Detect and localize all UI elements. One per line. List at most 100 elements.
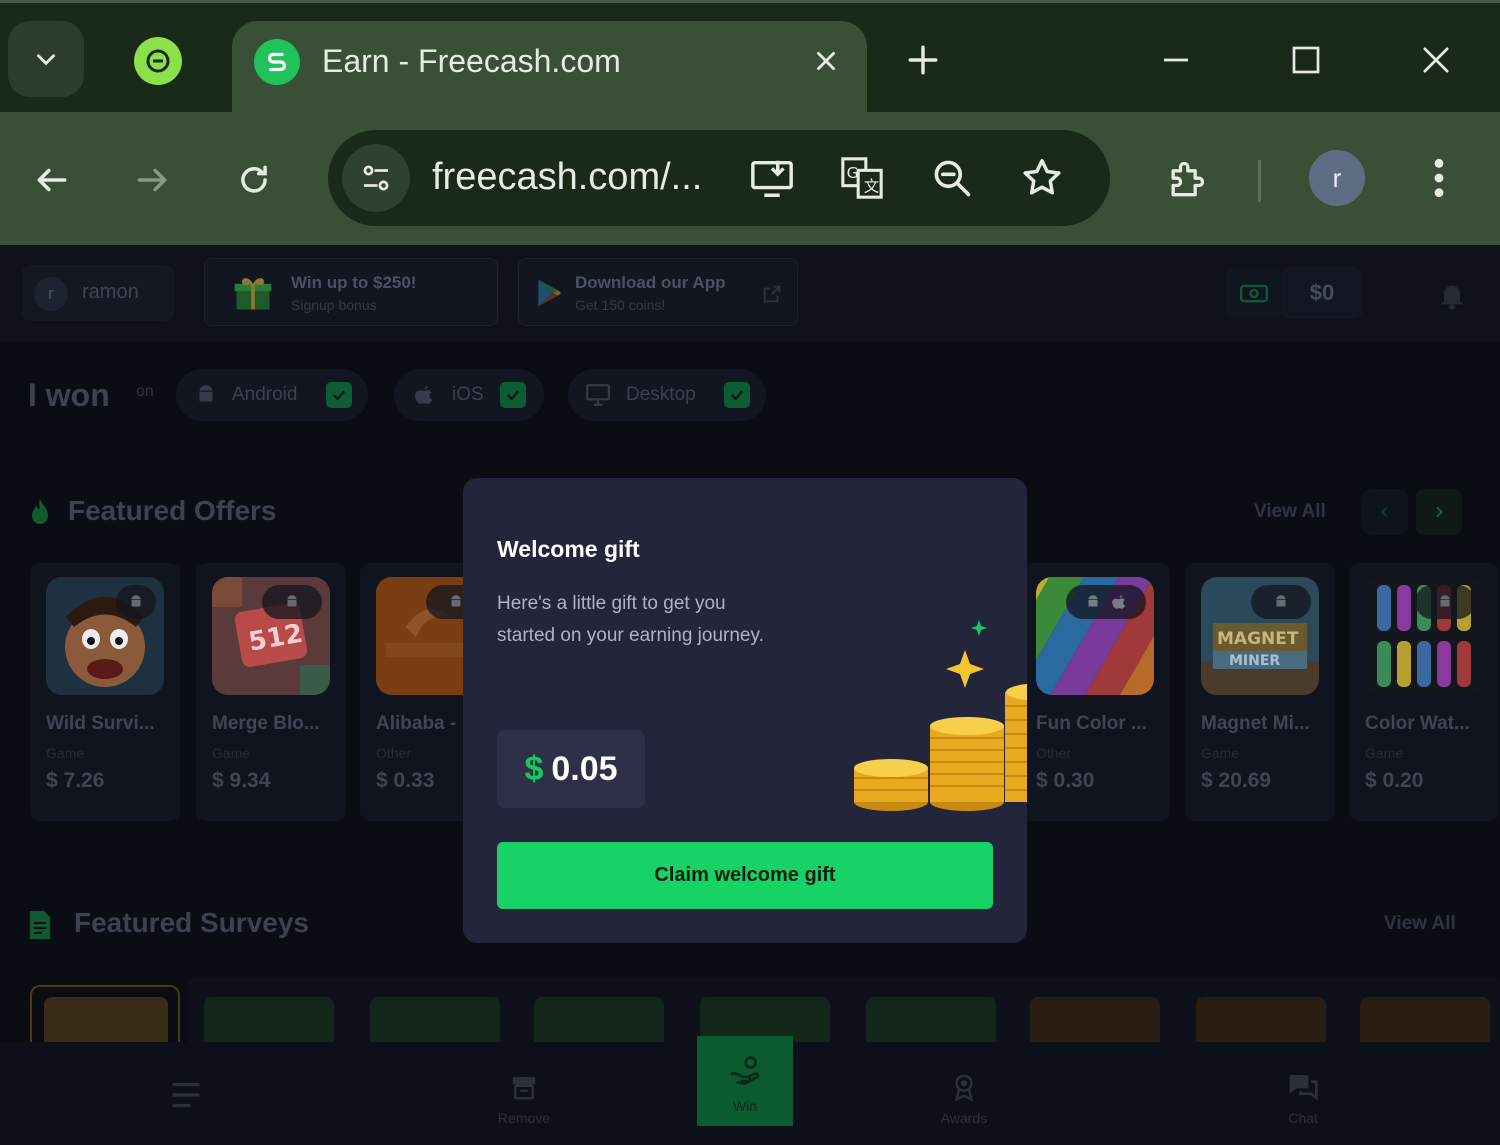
zoom-button[interactable] xyxy=(926,152,978,204)
android-badge xyxy=(1251,585,1311,619)
tune-icon xyxy=(363,165,389,191)
featured-offers-view-all[interactable]: View All xyxy=(1254,501,1326,523)
extensions-button[interactable] xyxy=(1158,152,1214,208)
cash-icon xyxy=(1240,284,1268,303)
bookmark-button[interactable] xyxy=(1016,152,1068,204)
android-icon xyxy=(131,595,141,607)
offer-card[interactable]: Color Wat... Game $ 0.20 xyxy=(1349,563,1499,821)
close-tab-button[interactable] xyxy=(804,39,848,83)
offer-category: Game xyxy=(212,745,251,761)
offer-thumbnail: 512 xyxy=(212,577,330,695)
nav-label: Chat xyxy=(1288,1110,1318,1126)
nav-label: Win xyxy=(732,1098,758,1114)
featured-surveys-view-all[interactable]: View All xyxy=(1384,913,1456,935)
user-profile-chip[interactable]: r ramon xyxy=(22,265,174,321)
back-button[interactable] xyxy=(24,152,80,208)
tab-strip: Earn - Freecash.com xyxy=(0,0,1500,117)
freecash-favicon-icon xyxy=(254,39,300,85)
offer-price: $ 20.69 xyxy=(1201,769,1272,792)
notifications-button[interactable] xyxy=(1432,275,1472,315)
install-app-button[interactable] xyxy=(746,152,798,204)
android-icon xyxy=(1276,595,1286,607)
platform-filter-ios[interactable]: iOS xyxy=(394,369,544,421)
bottom-navigation: Remove Win Awards Chat xyxy=(0,1036,1500,1145)
offer-card[interactable]: Wild Survi... Game $ 7.26 xyxy=(30,563,180,821)
offer-name: Color Wat... xyxy=(1365,713,1470,734)
google-play-icon xyxy=(538,279,561,307)
minimize-icon xyxy=(1164,58,1188,62)
active-tab[interactable]: Earn - Freecash.com xyxy=(232,21,867,117)
gift-icon xyxy=(234,278,272,310)
check-icon xyxy=(506,390,520,401)
platform-filter-android[interactable]: Android xyxy=(176,369,368,421)
offer-name: Wild Survi... xyxy=(46,713,155,734)
reload-button[interactable] xyxy=(226,152,282,208)
signup-bonus-banner[interactable]: Win up to $250! Signup bonus xyxy=(204,258,498,326)
balance-display[interactable]: $0 xyxy=(1282,267,1362,319)
signup-bonus-subtitle: Signup bonus xyxy=(291,297,377,313)
translate-button[interactable]: G文 xyxy=(836,152,888,204)
pinned-tab-favicon[interactable] xyxy=(134,37,182,85)
offers-next-button[interactable] xyxy=(1416,489,1462,535)
forward-button[interactable] xyxy=(124,152,180,208)
platform-label: Android xyxy=(232,384,298,405)
nav-menu-button[interactable] xyxy=(138,1042,234,1145)
offer-category: Game xyxy=(1201,745,1240,761)
android-icon xyxy=(1088,595,1098,607)
platform-label: iOS xyxy=(452,384,484,405)
offers-prev-button[interactable] xyxy=(1362,489,1408,535)
browser-toolbar: freecash.com/... G文 r xyxy=(0,112,1500,245)
install-app-icon xyxy=(751,160,793,197)
new-tab-button[interactable] xyxy=(898,35,948,85)
maximize-button[interactable] xyxy=(1278,35,1334,85)
address-bar[interactable]: freecash.com/... G文 xyxy=(328,130,1110,226)
checkbox-checked[interactable] xyxy=(326,382,352,408)
offer-price: $ 9.34 xyxy=(212,769,271,792)
freecash-logo-icon xyxy=(146,49,170,73)
minimize-button[interactable] xyxy=(1148,35,1204,85)
offer-thumbnail xyxy=(1365,577,1483,695)
offer-card[interactable]: MAGNET MINER Magnet Mi... Game $ 20.69 xyxy=(1185,563,1335,821)
offer-card[interactable]: 512 Merge Blo... Game $ 9.34 xyxy=(196,563,346,821)
featured-offers-title: Featured Offers xyxy=(68,495,277,526)
offer-price: $ 0.33 xyxy=(376,769,435,792)
nav-win[interactable]: Win xyxy=(697,1036,793,1126)
tab-search-button[interactable] xyxy=(8,21,84,97)
nav-label: Awards xyxy=(940,1110,988,1126)
welcome-gift-modal: Welcome gift Here's a little gift to get… xyxy=(463,478,1027,943)
modal-description: Here's a little gift to get you started … xyxy=(497,593,764,646)
svg-text:G: G xyxy=(847,164,859,182)
remove-icon xyxy=(506,1070,542,1104)
offer-card[interactable]: Fun Color ... Other $ 0.30 xyxy=(1020,563,1170,821)
profile-avatar[interactable]: r xyxy=(1309,150,1365,206)
checkbox-checked[interactable] xyxy=(724,382,750,408)
nav-chat[interactable]: Chat xyxy=(1255,1042,1351,1145)
gift-amount-value: 0.05 xyxy=(551,749,618,788)
offer-category: Game xyxy=(1365,745,1404,761)
zoom-out-icon xyxy=(934,160,971,197)
fire-icon xyxy=(32,499,48,524)
toolbar-divider xyxy=(1258,160,1261,202)
hand-coin-icon xyxy=(727,1054,763,1088)
claim-welcome-gift-button[interactable]: Claim welcome gift xyxy=(497,842,993,909)
gift-amount: $ 0.05 xyxy=(497,730,645,808)
nav-remove[interactable]: Remove xyxy=(476,1042,572,1145)
check-icon xyxy=(332,390,346,401)
browser-menu-button[interactable] xyxy=(1416,150,1462,206)
wallet-button[interactable] xyxy=(1226,267,1282,319)
bell-icon xyxy=(1441,285,1463,310)
more-vertical-icon xyxy=(1434,158,1444,198)
checkbox-checked[interactable] xyxy=(500,382,526,408)
android-badge xyxy=(1415,585,1475,619)
nav-awards[interactable]: Awards xyxy=(916,1042,1012,1145)
android-icon xyxy=(287,595,297,607)
url-text[interactable]: freecash.com/... xyxy=(432,156,702,199)
apple-icon xyxy=(1112,595,1126,609)
site-info-button[interactable] xyxy=(342,144,410,212)
maximize-icon xyxy=(1292,46,1320,74)
apple-icon xyxy=(410,381,438,409)
close-window-button[interactable] xyxy=(1408,35,1464,85)
platform-filter-desktop[interactable]: Desktop xyxy=(568,369,766,421)
check-icon xyxy=(730,390,744,401)
download-app-banner[interactable]: Download our App Get 150 coins! xyxy=(518,258,798,326)
